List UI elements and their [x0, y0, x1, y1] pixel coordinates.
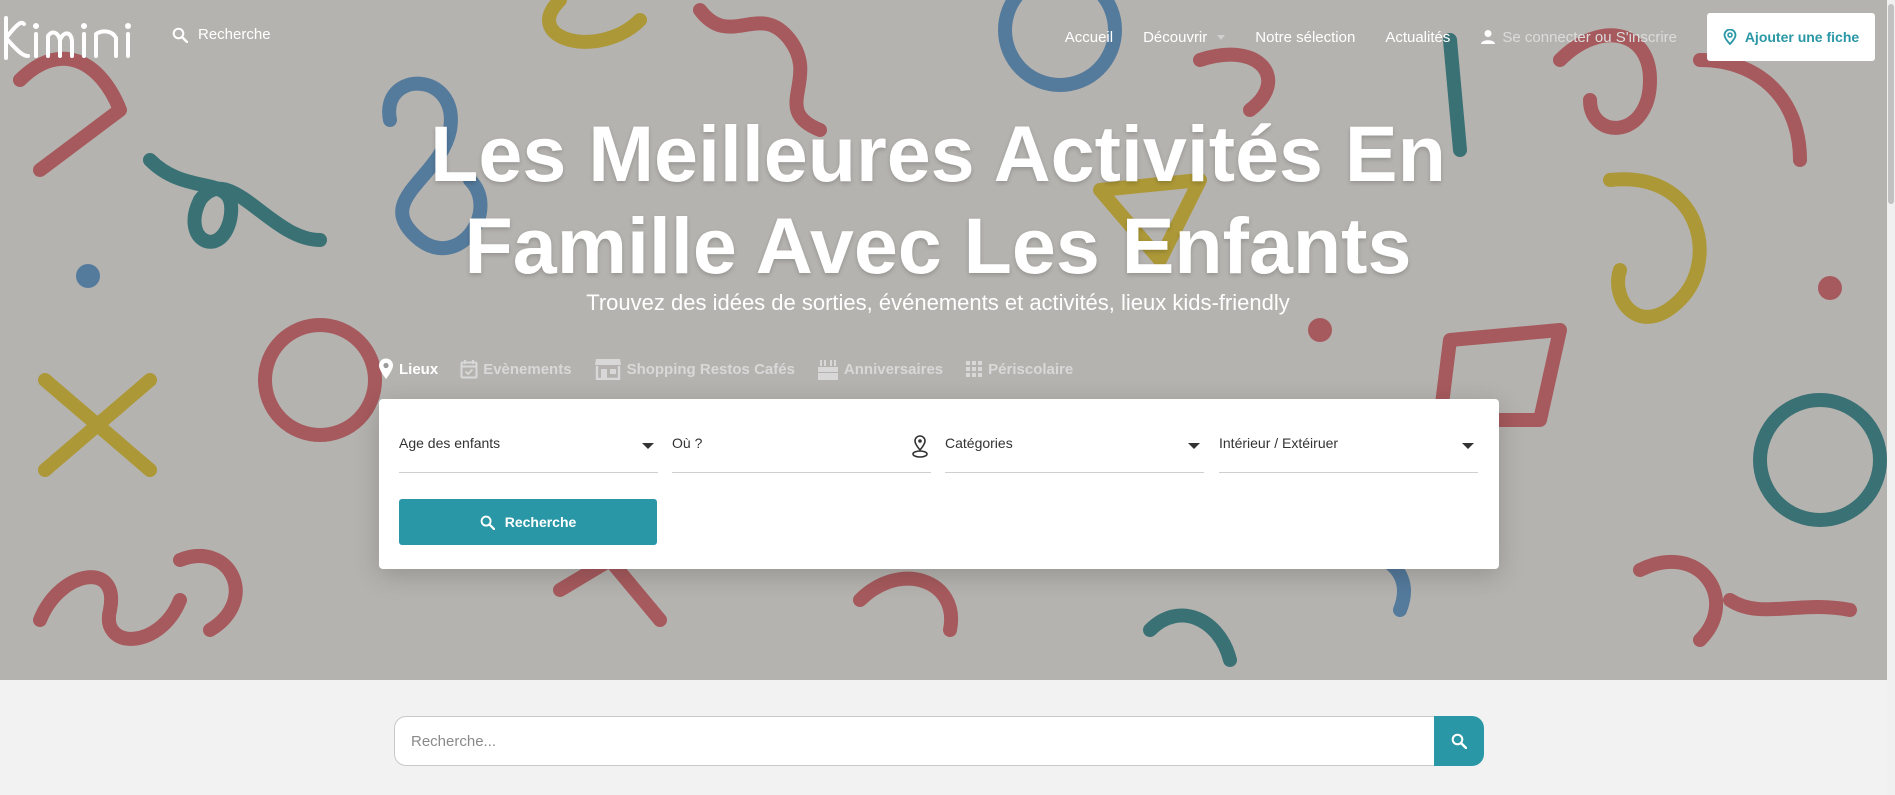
kimini-logo[interactable]	[0, 10, 155, 62]
tab-lieux-label: Lieux	[399, 360, 439, 378]
search-tabs: Lieux Evènements Shopping Restos Cafés A…	[378, 357, 1095, 381]
bottom-search-input[interactable]: Recherche...	[394, 716, 1434, 766]
hero-title: Les Meilleures Activités En Famille Avec…	[0, 108, 1876, 292]
tab-evenements-label: Evènements	[483, 360, 572, 378]
tab-shopping-label: Shopping Restos Cafés	[626, 360, 795, 378]
store-icon	[594, 359, 621, 380]
tab-evenements[interactable]: Evènements	[460, 359, 572, 379]
indoor-outdoor-select[interactable]: Intérieur / Extéiruer	[1219, 429, 1478, 473]
main-nav: Accueil Découvrir Notre sélection Actual…	[1065, 0, 1875, 74]
tab-periscolaire-label: Périscolaire	[988, 360, 1074, 378]
bottom-search-placeholder: Recherche...	[411, 732, 497, 750]
search-icon	[1451, 733, 1467, 749]
nav-item-decouvrir[interactable]: Découvrir	[1143, 28, 1226, 46]
calendar-icon	[460, 360, 478, 379]
indoor-outdoor-select-label: Intérieur / Extéiruer	[1219, 435, 1339, 451]
location-input[interactable]: Où ?	[672, 429, 931, 473]
bottom-search-bar: Recherche...	[394, 716, 1484, 766]
page-scrollbar[interactable]	[1887, 0, 1895, 795]
grid-icon	[966, 361, 983, 377]
login-label: Se connecter ou S'inscrire	[1502, 28, 1677, 46]
hero-subtitle: Trouvez des idées de sorties, événements…	[586, 290, 1290, 315]
search-icon	[172, 27, 188, 43]
caret-down-icon	[1188, 443, 1200, 449]
hero-section: Recherche Accueil Découvrir Notre sélect…	[0, 0, 1895, 680]
caret-down-icon	[1462, 443, 1474, 449]
bottom-search-button[interactable]	[1434, 716, 1484, 766]
age-select-label: Age des enfants	[399, 435, 501, 451]
search-panel: Age des enfants Où ? Catégories Intérieu…	[379, 399, 1499, 569]
search-button[interactable]: Recherche	[399, 499, 657, 545]
nav-item-actualites[interactable]: Actualités	[1385, 29, 1450, 46]
caret-down-icon	[642, 443, 654, 449]
tab-anniversaires[interactable]: Anniversaires	[817, 357, 943, 381]
map-pin-icon	[1723, 29, 1737, 45]
login-link[interactable]: Se connecter ou S'inscrire	[1480, 29, 1677, 46]
user-icon	[1481, 30, 1496, 44]
header-search[interactable]: Recherche	[172, 26, 271, 43]
search-icon	[480, 515, 495, 530]
header-search-label: Recherche	[198, 26, 271, 43]
chevron-down-icon	[1217, 34, 1226, 40]
add-listing-button[interactable]: Ajouter une fiche	[1707, 13, 1875, 61]
location-input-label: Où ?	[672, 435, 703, 451]
hero-title-line-2: Famille Avec Les Enfants	[464, 201, 1412, 290]
hero-overlay	[0, 0, 1895, 680]
cake-icon	[817, 360, 838, 380]
tab-lieux[interactable]: Lieux	[378, 358, 438, 380]
nav-item-notre-selection[interactable]: Notre sélection	[1255, 29, 1355, 46]
tab-periscolaire[interactable]: Périscolaire	[965, 360, 1073, 378]
add-listing-label: Ajouter une fiche	[1744, 29, 1860, 45]
nav-item-accueil[interactable]: Accueil	[1065, 29, 1113, 46]
age-select[interactable]: Age des enfants	[399, 429, 658, 473]
tab-anniversaires-label: Anniversaires	[843, 360, 944, 378]
scrollbar-thumb[interactable]	[1888, 4, 1894, 204]
search-button-label: Recherche	[504, 514, 577, 530]
categories-select-label: Catégories	[945, 435, 1013, 451]
categories-select[interactable]: Catégories	[945, 429, 1204, 473]
hero-title-line-1: Les Meilleures Activités En	[430, 109, 1446, 198]
nav-item-decouvrir-label: Découvrir	[1143, 28, 1208, 46]
map-pin-icon	[379, 358, 393, 379]
location-pin-icon	[912, 435, 928, 458]
tab-shopping-restos-cafes[interactable]: Shopping Restos Cafés	[594, 358, 795, 380]
